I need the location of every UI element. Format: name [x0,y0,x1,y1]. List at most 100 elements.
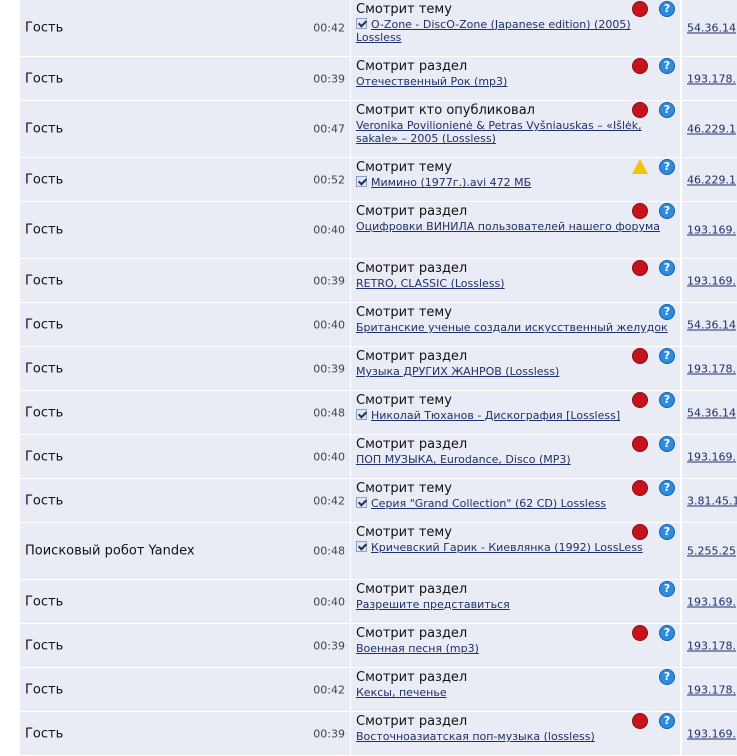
ip-link[interactable]: 193.178. [687,362,736,375]
topic-link[interactable]: Оцифровки ВИНИЛА пользователей нашего фо… [356,220,671,233]
status-icons [626,203,675,219]
stop-sign-icon[interactable] [631,392,648,408]
topic-link-text[interactable]: Музыка ДРУГИХ ЖАНРОВ (Lossless) [356,365,559,378]
stop-sign-icon[interactable] [631,102,648,118]
ip-link[interactable]: 3.81.45.1 [687,494,737,507]
ip-link[interactable]: 54.36.14 [687,318,736,331]
stop-sign-icon[interactable] [631,58,648,74]
ip-link[interactable]: 193.169. [687,224,736,237]
topic-link[interactable]: Николай Тюханов - Дискография [Lossless] [356,409,671,422]
topic-link-text[interactable]: Серия "Grand Collection" (62 CD) Lossles… [371,497,606,510]
time-online: 00:39 [313,727,345,740]
topic-link[interactable]: Разрешите представиться [356,598,671,611]
stop-sign-icon[interactable] [631,348,648,364]
help-icon[interactable] [659,102,675,118]
help-icon[interactable] [659,260,675,276]
table-row: Поисковый робот Yandex 00:48 Смотрит тем… [20,523,737,580]
ip-link[interactable]: 193.169. [687,595,736,608]
ip-link[interactable]: 193.178. [687,72,736,85]
topic-link-text[interactable]: O-Zone - DiscO-Zone (Japanese edition) (… [356,18,631,44]
topic-link-text[interactable]: Отечественный Рок (mp3) [356,75,507,88]
ip-link[interactable]: 193.169. [687,727,736,740]
topic-link[interactable]: O-Zone - DiscO-Zone (Japanese edition) (… [356,18,671,44]
warning-icon[interactable] [631,159,648,174]
ip-link[interactable]: 54.36.14 [687,22,736,35]
online-users-table: Гость 00:42 Смотрит тему O-Zone - DiscO-… [20,0,737,756]
user-cell: Гость 00:48 [20,391,350,434]
stop-sign-icon[interactable] [631,480,648,496]
stop-sign-icon[interactable] [631,1,648,17]
ip-link[interactable]: 193.178. [687,639,736,652]
help-icon[interactable] [659,436,675,452]
user-cell: Гость 00:39 [20,57,350,100]
activity-cell: Смотрит раздел Музыка ДРУГИХ ЖАНРОВ (Los… [351,347,680,390]
help-icon[interactable] [659,1,675,17]
topic-link[interactable]: Британские ученые создали искусственный … [356,321,671,334]
ip-link[interactable]: 193.169. [687,274,736,287]
topic-link-text[interactable]: Британские ученые создали искусственный … [356,321,668,334]
help-icon[interactable] [659,203,675,219]
help-icon[interactable] [659,480,675,496]
topic-link-text[interactable]: Оцифровки ВИНИЛА пользователей нашего фо… [356,220,660,233]
help-icon[interactable] [659,304,675,320]
ip-link[interactable]: 193.178. [687,683,736,696]
ip-cell: 193.169. [682,580,737,623]
topic-link-text[interactable]: Николай Тюханов - Дискография [Lossless] [371,409,620,422]
stop-sign-icon[interactable] [631,625,648,641]
topic-link[interactable]: Кричевский Гарик - Киевлянка (1992) Loss… [356,541,671,554]
ip-link[interactable]: 5.255.25 [687,545,736,558]
ip-link[interactable]: 46.229.1 [687,173,736,186]
user-cell: Поисковый робот Yandex 00:48 [20,523,350,579]
stop-sign-icon[interactable] [631,260,648,276]
table-row: Гость 00:40 Смотрит раздел Оцифровки ВИН… [20,202,737,259]
topic-link-text[interactable]: RETRO, CLASSIC (Lossless) [356,277,505,290]
ip-link[interactable]: 193.169. [687,450,736,463]
activity-label: Смотрит раздел [356,261,468,276]
activity-label: Смотрит кто опубликовал [356,103,535,118]
ip-link[interactable]: 54.36.14 [687,406,736,419]
time-online: 00:48 [313,544,345,558]
topic-link-text[interactable]: Кричевский Гарик - Киевлянка (1992) Loss… [371,541,643,554]
topic-link[interactable]: RETRO, CLASSIC (Lossless) [356,277,671,290]
help-icon[interactable] [659,159,675,175]
topic-link[interactable]: Кексы, печенье [356,686,671,699]
topic-link-text[interactable]: Военная песня (mp3) [356,642,479,655]
topic-link-text[interactable]: Разрешите представиться [356,598,510,611]
topic-link[interactable]: Отечественный Рок (mp3) [356,75,671,88]
topic-link-text[interactable]: Veronika Povilionienė & Petras Vyšniausk… [356,119,642,145]
topic-link[interactable]: Veronika Povilionienė & Petras Vyšniausk… [356,119,671,145]
topic-link-text[interactable]: Мимино (1977г.).avi 472 МБ [371,176,531,189]
help-icon[interactable] [659,713,675,729]
activity-label: Смотрит раздел [356,349,468,364]
stop-sign-icon[interactable] [631,524,648,540]
topic-link[interactable]: Мимино (1977г.).avi 472 МБ [356,176,671,189]
help-icon[interactable] [659,524,675,540]
topic-link[interactable]: ПОП МУЗЫКА, Eurodance, Disco (MP3) [356,453,671,466]
help-icon[interactable] [659,58,675,74]
stop-sign-icon[interactable] [631,203,648,219]
activity-label: Смотрит тему [356,2,452,17]
time-online: 00:42 [313,494,345,507]
activity-cell: Смотрит раздел Отечественный Рок (mp3) [351,57,680,100]
help-icon[interactable] [659,669,675,685]
stop-sign-icon[interactable] [631,713,648,729]
ip-cell: 193.169. [682,712,737,755]
help-icon[interactable] [659,348,675,364]
stop-sign-icon[interactable] [631,436,648,452]
help-icon[interactable] [659,392,675,408]
checkmark-icon [356,176,367,187]
user-name: Гость [25,726,64,741]
topic-link-text[interactable]: Кексы, печенье [356,686,447,699]
table-row: Гость 00:52 Смотрит тему Мимино (1977г.)… [20,158,737,202]
status-icons [626,260,675,276]
activity-cell: Смотрит тему Британские ученые создали и… [351,303,680,346]
topic-link[interactable]: Серия "Grand Collection" (62 CD) Lossles… [356,497,671,510]
topic-link[interactable]: Военная песня (mp3) [356,642,671,655]
time-online: 00:52 [313,173,345,186]
topic-link[interactable]: Музыка ДРУГИХ ЖАНРОВ (Lossless) [356,365,671,378]
ip-link[interactable]: 46.229.1 [687,123,736,136]
help-icon[interactable] [659,581,675,597]
topic-link-text[interactable]: ПОП МУЗЫКА, Eurodance, Disco (MP3) [356,453,571,466]
help-icon[interactable] [659,625,675,641]
ip-cell: 193.169. [682,435,737,478]
